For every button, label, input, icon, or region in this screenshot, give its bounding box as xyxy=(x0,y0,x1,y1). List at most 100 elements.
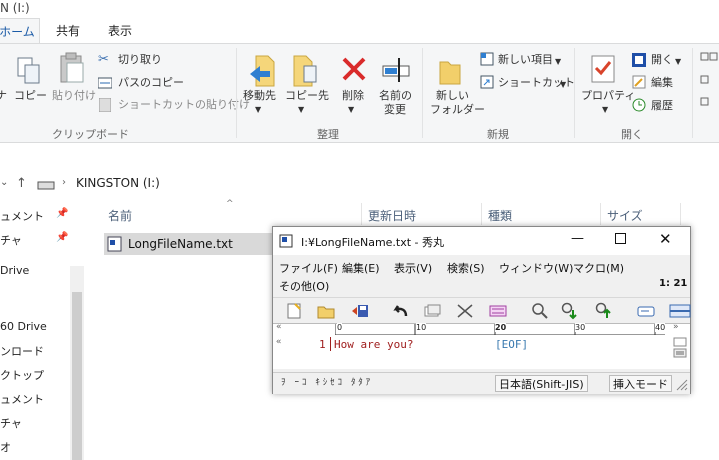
group-separator xyxy=(422,48,423,138)
properties-button[interactable]: プロパティ xyxy=(581,89,635,103)
open-folder-icon[interactable] xyxy=(317,302,335,320)
pin-icon: 📌 xyxy=(56,208,69,219)
editor-text-area[interactable]: « 1 How are you? [EOF] xyxy=(273,335,690,369)
sidebar-item-documents-2[interactable]: ュメント xyxy=(0,391,44,407)
new-item-button[interactable]: 新しい項目 xyxy=(498,53,553,67)
copy-to-button[interactable]: コピー先 xyxy=(285,89,329,103)
breadcrumb[interactable]: KINGSTON (I:) xyxy=(76,176,160,190)
list-item[interactable]: LongFileName.txt xyxy=(104,233,274,255)
rename-icon xyxy=(382,58,410,82)
paste-button[interactable]: 貼り付け xyxy=(52,89,96,103)
search-icon[interactable] xyxy=(531,302,549,320)
history-button[interactable]: 履歴 xyxy=(651,99,673,113)
scroll-right-icon[interactable]: » xyxy=(673,322,679,332)
delete-button[interactable]: 削除 xyxy=(342,89,364,103)
scissors-icon: ✂ xyxy=(98,52,109,67)
scrollbar-thumb[interactable] xyxy=(72,292,82,460)
edit-icon xyxy=(632,75,646,89)
status-indicators: ｦ ｰ ｺ ｷ ｼ ｾ ｺ ﾀ ﾀ ｱ xyxy=(281,378,371,388)
sidebar-item-drive[interactable]: Drive xyxy=(0,264,29,277)
organize-group-label: 整理 xyxy=(317,128,339,141)
cursor-position: 1: 21 xyxy=(659,278,688,289)
address-bar[interactable]: ⌄ ↑ › KINGSTON (I:) xyxy=(0,172,719,198)
list-icon[interactable] xyxy=(669,302,691,320)
search-next-icon[interactable] xyxy=(561,302,579,320)
insert-mode-indicator[interactable]: 挿入モード xyxy=(609,375,672,392)
delete-icon xyxy=(342,57,366,81)
sidebar-item-desktop[interactable]: クトップ xyxy=(0,367,44,383)
tab-view[interactable]: 表示 xyxy=(102,18,138,44)
ribbon-tabs: ホーム 共有 表示 xyxy=(0,18,719,44)
rename-button[interactable]: 名前の xyxy=(379,89,412,103)
sidebar-item-video[interactable]: オ xyxy=(0,439,11,455)
vertical-scrollbar[interactable] xyxy=(673,337,687,367)
chevron-down-icon[interactable]: ⌄ xyxy=(0,177,8,188)
sidebar-scrollbar[interactable] xyxy=(70,266,84,460)
search-prev-icon[interactable] xyxy=(595,302,613,320)
sidebar-item-documents[interactable]: ュメント xyxy=(0,208,44,224)
new-item-icon xyxy=(480,52,494,66)
sidebar-item-60-drive[interactable]: 60 Drive xyxy=(0,320,47,333)
document-text: How are you? xyxy=(334,338,414,351)
copy-icon[interactable] xyxy=(423,302,441,320)
save-icon[interactable] xyxy=(351,302,369,320)
chevron-down-icon: ▼ xyxy=(555,57,562,66)
new-folder-button[interactable]: 新しい xyxy=(436,89,469,103)
tab-home[interactable]: ホーム xyxy=(0,18,40,44)
close-icon[interactable]: ✕ xyxy=(659,230,672,248)
column-header-name[interactable]: 名前 xyxy=(108,207,132,224)
pin-icon: 📌 xyxy=(56,232,69,243)
open-button[interactable]: 開く xyxy=(651,53,673,67)
editor-status-bar: ｦ ｰ ｺ ｷ ｼ ｾ ｺ ﾀ ﾀ ｱ 日本語(Shift-JIS) 挿入モード xyxy=(273,372,690,394)
open-group-label: 開く xyxy=(621,128,643,141)
menu-search[interactable]: 検索(S) xyxy=(447,260,485,276)
tab-share[interactable]: 共有 xyxy=(50,18,86,44)
paste-icon[interactable] xyxy=(489,302,507,320)
copy-to-icon xyxy=(293,55,317,87)
column-separator[interactable] xyxy=(481,203,482,225)
menu-other[interactable]: その他(O) xyxy=(279,278,329,294)
undo-icon[interactable] xyxy=(391,302,409,320)
menu-window[interactable]: ウィンドウ(W) xyxy=(499,260,573,276)
column-header-size[interactable]: サイズ xyxy=(607,207,643,224)
copy-path-icon xyxy=(98,77,112,89)
menu-file[interactable]: ファイル(F) xyxy=(279,260,338,276)
select-icon xyxy=(700,52,718,106)
encoding-indicator[interactable]: 日本語(Shift-JIS) xyxy=(495,375,588,392)
ruler-label-10: 10 xyxy=(416,323,427,332)
move-to-button[interactable]: 移動先 xyxy=(243,89,276,103)
column-header-type[interactable]: 種類 xyxy=(488,207,512,224)
resize-grip-icon[interactable] xyxy=(676,379,688,391)
column-separator[interactable] xyxy=(680,203,681,225)
paste-shortcut-button[interactable]: ショートカットの貼り付け xyxy=(118,98,250,112)
grep-icon[interactable] xyxy=(637,302,655,320)
paste-icon xyxy=(60,52,84,83)
column-separator[interactable] xyxy=(361,203,362,225)
menu-macro[interactable]: マクロ(M) xyxy=(573,260,624,276)
menu-view[interactable]: 表示(V) xyxy=(394,260,432,276)
group-separator xyxy=(574,48,575,138)
copy-button[interactable]: コピー xyxy=(14,89,47,103)
edit-button[interactable]: 編集 xyxy=(651,76,673,90)
chevron-down-icon: ▼ xyxy=(675,57,682,66)
scroll-left-icon[interactable]: « xyxy=(276,322,282,332)
scroll-left-icon[interactable]: « xyxy=(276,337,281,347)
minimize-icon[interactable]: — xyxy=(571,231,584,246)
sidebar-item-pictures-2[interactable]: チャ xyxy=(0,415,22,431)
maximize-icon[interactable] xyxy=(615,233,626,244)
column-separator[interactable] xyxy=(600,203,601,225)
sidebar-item-downloads[interactable]: ンロード xyxy=(0,343,44,359)
group-separator xyxy=(692,48,693,138)
text-file-icon xyxy=(107,236,122,252)
new-file-icon[interactable] xyxy=(285,302,303,320)
up-arrow-icon[interactable]: ↑ xyxy=(16,176,27,191)
chevron-down-icon: ▼ xyxy=(602,105,609,114)
menu-edit[interactable]: 編集(E) xyxy=(342,260,380,276)
open-icon xyxy=(632,53,646,67)
sidebar-item-pictures[interactable]: チャ xyxy=(0,232,22,248)
cut-button[interactable]: 切り取り xyxy=(118,53,162,67)
column-header-modified[interactable]: 更新日時 xyxy=(368,207,416,224)
history-icon xyxy=(632,98,646,112)
cut-icon[interactable] xyxy=(456,302,474,320)
copy-path-button[interactable]: パスのコピー xyxy=(118,76,184,90)
